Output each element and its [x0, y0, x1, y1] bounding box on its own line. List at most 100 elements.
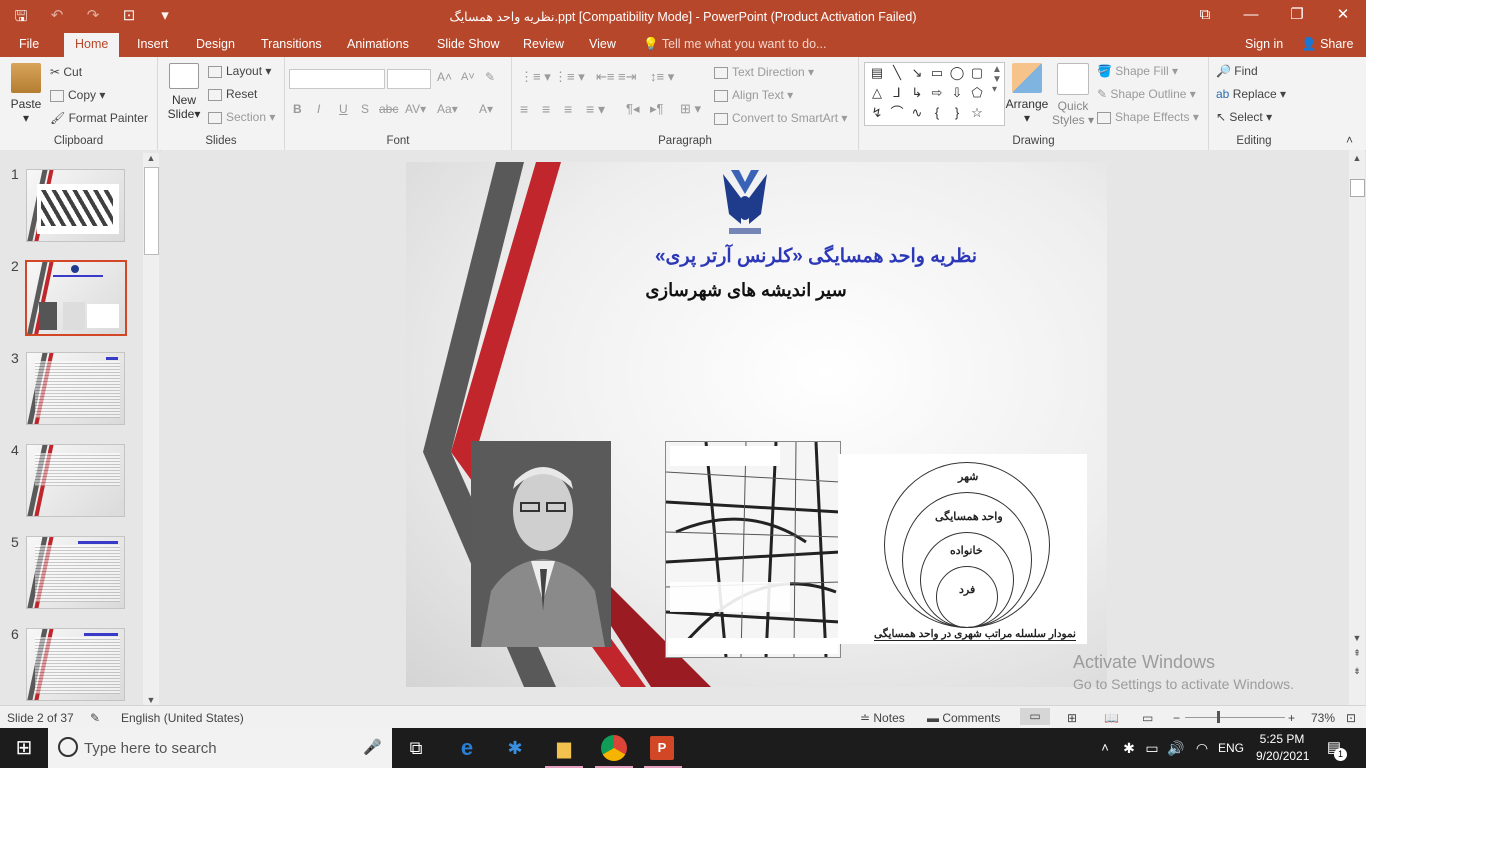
chrome-browser-icon[interactable]	[601, 735, 627, 761]
slide-thumbnail-5[interactable]	[26, 536, 125, 609]
numbering-icon[interactable]: ⋮≡ ▾	[554, 69, 585, 85]
bluetooth-app-icon[interactable]: ✱	[503, 736, 527, 760]
columns-icon[interactable]: ⊞ ▾	[680, 101, 701, 117]
scroll-down-icon[interactable]: ▼	[1349, 633, 1365, 643]
task-view-icon[interactable]: ⧉	[404, 736, 428, 760]
align-center-icon[interactable]: ≡	[542, 101, 550, 117]
fit-slide-icon[interactable]: ⊡	[1346, 711, 1356, 725]
text-direction-button[interactable]: Text Direction ▾	[714, 65, 814, 79]
slide-thumbnail-4[interactable]	[26, 444, 125, 517]
arrow-line-shape-icon[interactable]: ↘	[907, 63, 927, 83]
slide-thumbnail-6[interactable]	[26, 628, 125, 701]
elbow-arrow-icon[interactable]: ↳	[907, 83, 927, 103]
start-button-icon[interactable]: ⊞	[12, 736, 36, 760]
language-indicator[interactable]: English (United States)	[121, 711, 244, 725]
shapes-scroll-icon[interactable]: ▲ ▼ ▾	[992, 65, 1002, 95]
align-right-icon[interactable]: ≡	[564, 101, 572, 117]
strikethrough-button[interactable]: abc	[379, 102, 398, 116]
scroll-up-icon[interactable]: ▲	[143, 153, 159, 163]
justify-icon[interactable]: ≡ ▾	[586, 101, 605, 118]
scribble-shape-icon[interactable]: ∿	[907, 103, 927, 123]
tab-design[interactable]: Design	[196, 37, 235, 51]
font-name-box[interactable]	[289, 69, 385, 89]
cut-button[interactable]: ✂ Cut	[50, 65, 82, 79]
shrink-font-button[interactable]: A˅	[461, 71, 475, 83]
textbox-shape-icon[interactable]: ▤	[867, 63, 887, 83]
tab-review[interactable]: Review	[523, 37, 564, 51]
line-shape-icon[interactable]: ╲	[887, 63, 907, 83]
previous-slide-icon[interactable]: ⇞	[1349, 648, 1365, 659]
file-explorer-icon[interactable]: ▆	[552, 736, 576, 760]
line-spacing-icon[interactable]: ↕≡ ▾	[650, 69, 674, 85]
slide-scrollbar[interactable]: ▲ ▼ ⇞ ⇟	[1349, 150, 1365, 705]
bluetooth-tray-icon[interactable]: ✱	[1117, 736, 1141, 760]
layout-button[interactable]: Layout ▾	[208, 64, 271, 78]
paste-button[interactable]: Paste ▾	[8, 63, 44, 125]
freeform-shape-icon[interactable]: ⬠	[967, 83, 987, 103]
find-button[interactable]: 🔎 Find	[1216, 64, 1258, 78]
zoom-slider-thumb[interactable]	[1217, 711, 1220, 723]
ltr-icon[interactable]: ¶◂	[626, 101, 640, 117]
scrollbar-thumb[interactable]	[1350, 179, 1365, 197]
input-language[interactable]: ENG	[1216, 736, 1246, 760]
tab-animations[interactable]: Animations	[347, 37, 409, 51]
shape-effects-button[interactable]: Shape Effects ▾	[1097, 110, 1199, 124]
scroll-up-icon[interactable]: ▲	[1349, 153, 1365, 163]
section-button[interactable]: Section ▾	[208, 110, 275, 124]
spell-check-icon[interactable]: ✎	[90, 711, 100, 725]
quick-styles-button[interactable]: Quick Styles ▾	[1051, 63, 1095, 127]
bullets-icon[interactable]: ⋮≡ ▾	[520, 69, 551, 85]
notes-button[interactable]: ≐ Notes	[860, 711, 905, 725]
scroll-down-icon[interactable]: ▼	[143, 695, 159, 705]
convert-to-smartart-button[interactable]: Convert to SmartArt ▾	[714, 111, 847, 125]
select-button[interactable]: ↖ Select ▾	[1216, 110, 1272, 124]
bold-button[interactable]: B	[293, 102, 302, 116]
copy-button[interactable]: Copy ▾	[50, 88, 105, 102]
tab-insert[interactable]: Insert	[137, 37, 168, 51]
increase-indent-icon[interactable]: ≡⇥	[618, 69, 636, 85]
replace-button[interactable]: ab Replace ▾	[1216, 87, 1286, 101]
shadow-button[interactable]: S	[361, 102, 369, 116]
volume-icon[interactable]: 🔊	[1164, 736, 1188, 760]
tab-view[interactable]: View	[589, 37, 616, 51]
slide-title[interactable]: نظریه واحد همسایگی «کلرنس آرتر پری»	[546, 245, 1086, 268]
right-brace-icon[interactable]: }	[947, 103, 967, 123]
italic-button[interactable]: I	[317, 102, 320, 116]
clock[interactable]: 5:25 PM 9/20/2021	[1256, 732, 1309, 766]
slide-counter[interactable]: Slide 2 of 37	[7, 711, 74, 725]
change-case-button[interactable]: Aa▾	[437, 102, 458, 116]
slide-thumbnail-2[interactable]	[25, 260, 127, 336]
restore-button[interactable]: ❐	[1274, 0, 1320, 32]
neighborhood-map-image[interactable]	[665, 441, 841, 658]
slide-show-view-icon[interactable]: ▭	[1142, 711, 1153, 725]
rectangle-shape-icon[interactable]: ▭	[927, 63, 947, 83]
align-left-icon[interactable]: ≡	[520, 101, 528, 117]
rtl-icon[interactable]: ▸¶	[650, 101, 664, 117]
underline-button[interactable]: U	[339, 102, 348, 116]
clear-formatting-icon[interactable]: ✎	[485, 70, 495, 84]
shape-fill-button[interactable]: 🪣 Shape Fill ▾	[1097, 64, 1178, 78]
shape-outline-button[interactable]: ✎ Shape Outline ▾	[1097, 87, 1196, 101]
reset-button[interactable]: Reset	[208, 87, 257, 101]
tab-slide-show[interactable]: Slide Show	[437, 37, 500, 51]
zoom-level[interactable]: 73%	[1311, 711, 1335, 725]
left-brace-icon[interactable]: {	[927, 103, 947, 123]
character-spacing-button[interactable]: AV▾	[405, 102, 426, 116]
curve-shape-icon[interactable]: ⌒	[887, 103, 907, 123]
arrange-button[interactable]: Arrange ▾	[1005, 63, 1049, 125]
taskbar-search-box[interactable]: Type here to search 🎤	[48, 728, 392, 768]
microphone-icon[interactable]: 🎤	[363, 738, 382, 756]
shapes-gallery[interactable]: ▤ ╲ ↘ ▭ ◯ ▢ △ ⅃ ↳ ⇨ ⇩ ⬠ ↯ ⌒ ∿{} ☆	[864, 62, 1005, 126]
show-hidden-icons-icon[interactable]: ˄	[1093, 736, 1117, 760]
new-slide-button[interactable]: New Slide▾	[164, 63, 204, 121]
elbow-connector-icon[interactable]: ⅃	[887, 83, 907, 103]
minimize-button[interactable]: —	[1228, 0, 1274, 32]
thumbnail-scrollbar[interactable]: ▲ ▼	[143, 153, 159, 705]
tab-transitions[interactable]: Transitions	[261, 37, 322, 51]
decrease-indent-icon[interactable]: ⇤≡	[596, 69, 614, 85]
reading-view-icon[interactable]: 📖	[1104, 711, 1119, 725]
align-text-button[interactable]: Align Text ▾	[714, 88, 793, 102]
slide-subtitle[interactable]: سیر اندیشه های شهرسازی	[546, 280, 946, 301]
font-size-box[interactable]	[387, 69, 431, 89]
next-slide-icon[interactable]: ⇟	[1349, 666, 1365, 677]
